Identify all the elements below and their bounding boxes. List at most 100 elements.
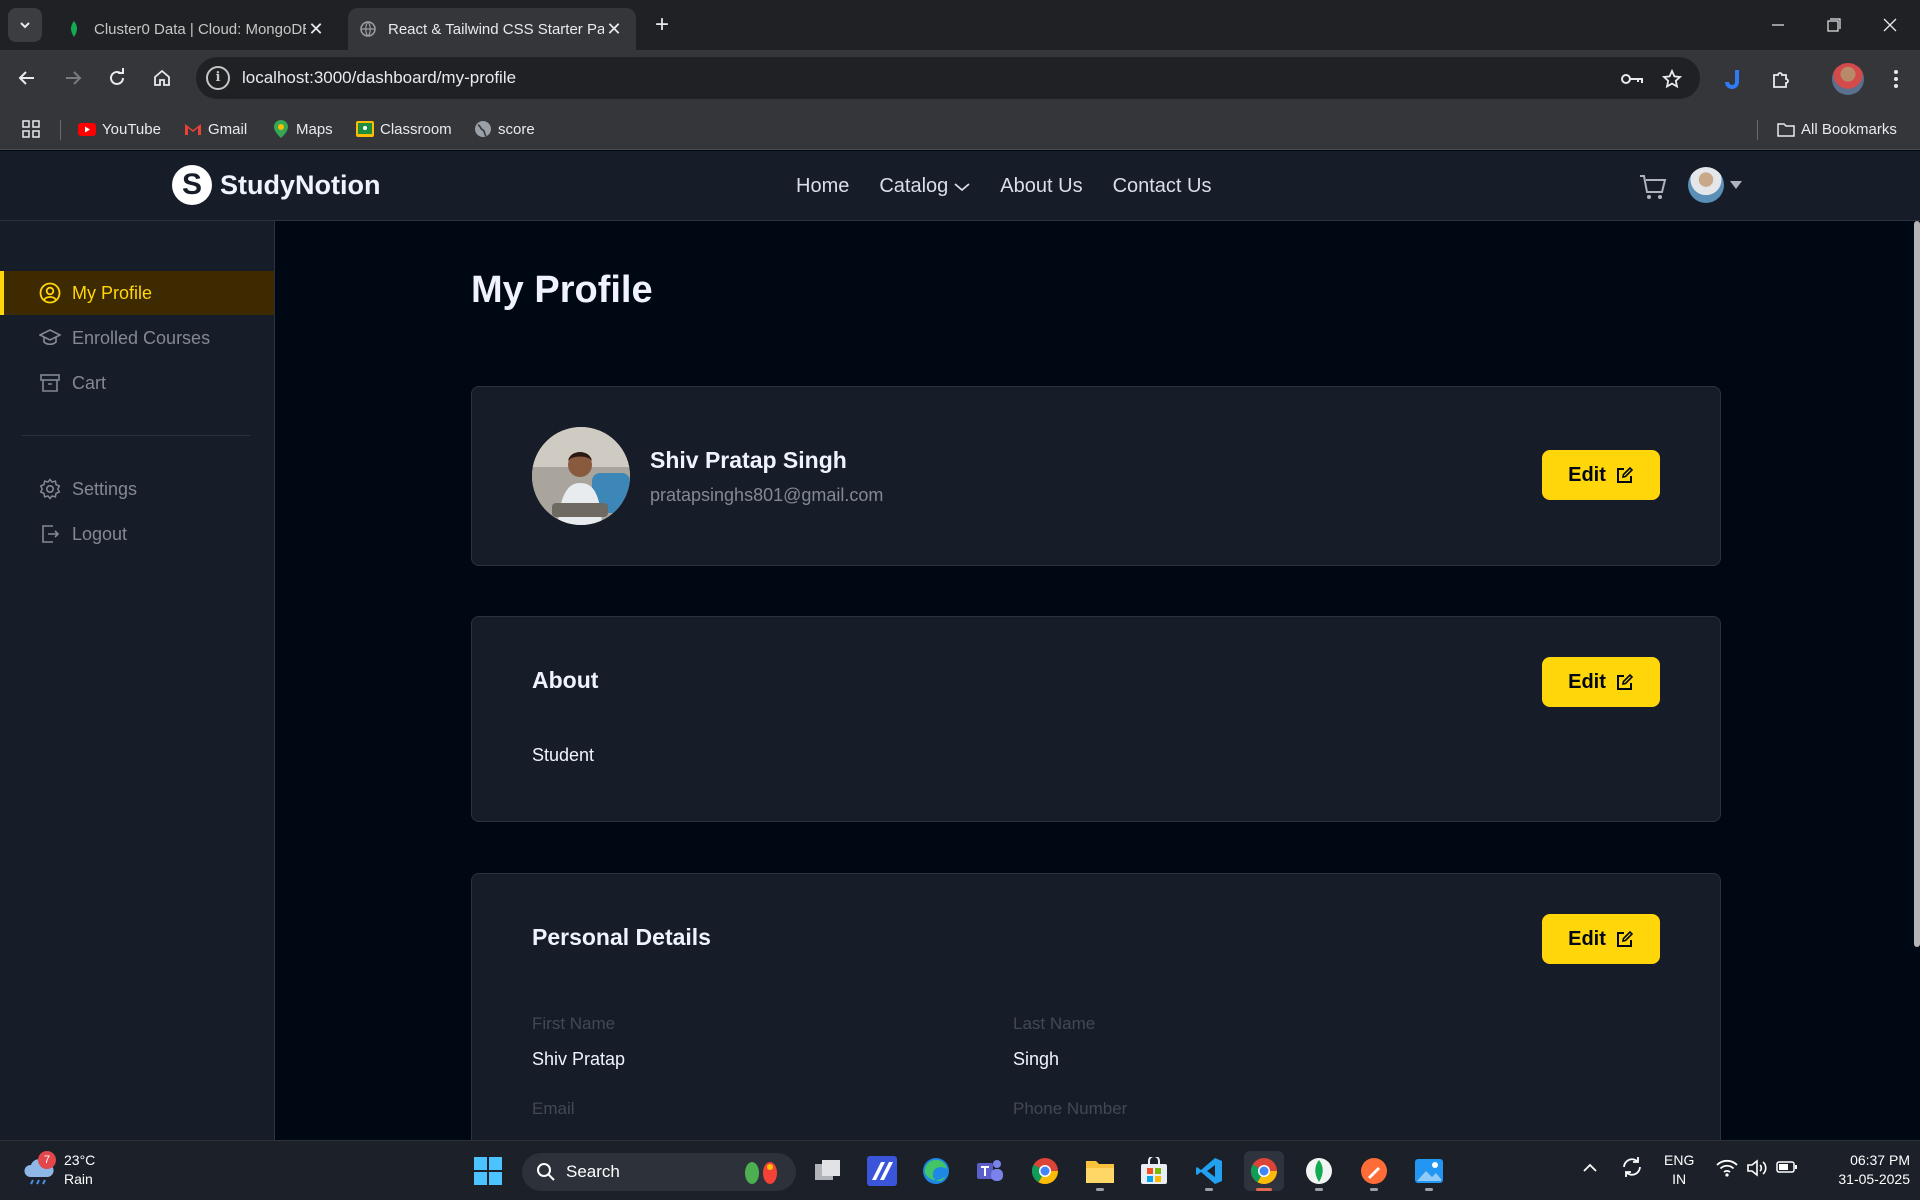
vscode-icon[interactable] [1189,1151,1229,1191]
photos-icon[interactable] [1409,1151,1449,1191]
edge-icon[interactable] [916,1151,956,1191]
windows-logo-icon [474,1157,502,1185]
edit-icon [1616,930,1634,947]
nav-about-us[interactable]: About Us [1000,175,1082,198]
user-avatar[interactable] [1688,167,1724,203]
back-button[interactable] [10,61,44,95]
task-view-icon[interactable] [808,1151,848,1191]
bookmark-maps[interactable]: Maps [272,118,333,140]
chevron-down-icon [954,182,970,191]
volume-icon[interactable] [1746,1159,1768,1182]
forward-button[interactable] [56,61,90,95]
weather-widget[interactable]: 7 23°C Rain [22,1151,95,1189]
file-explorer-icon[interactable] [1080,1151,1120,1191]
arrow-left-icon [18,71,34,85]
minimize-icon [1772,24,1784,26]
browser-menu-icon[interactable] [1880,63,1912,95]
last-name-label: Last Name [1013,1014,1096,1033]
globe-icon [474,120,492,138]
browser-tab-react[interactable]: React & Tailwind CSS Starter Pack ✕ [348,8,636,50]
profile-email: pratapsinghs801@gmail.com [650,485,884,505]
close-tab-icon[interactable]: ✕ [604,19,624,40]
sidebar-item-cart[interactable]: Cart [0,361,274,405]
extension-j-icon[interactable] [1719,63,1751,95]
sidebar-item-my-profile[interactable]: My Profile [0,271,274,315]
new-tab-button[interactable]: + [650,10,674,40]
show-hidden-icons[interactable] [1582,1159,1598,1178]
power-automate-icon[interactable] [862,1151,902,1191]
logout-icon [38,522,62,546]
bookmark-star-icon[interactable] [1660,67,1684,91]
studynotion-logo[interactable]: S StudyNotion [172,165,380,205]
personal-details-card: Personal Details Edit First Name Shiv Pr… [471,873,1721,1173]
apps-grid-icon[interactable] [22,118,40,140]
sidebar-item-label: Settings [72,478,138,499]
restore-button[interactable] [1806,0,1862,50]
password-key-icon[interactable] [1620,67,1644,91]
postman-icon[interactable] [1354,1151,1394,1191]
close-tab-icon[interactable]: ✕ [306,19,326,40]
edit-personal-details-button[interactable]: Edit [1542,914,1660,964]
start-button[interactable] [468,1151,508,1191]
language-indicator[interactable]: ENG IN [1664,1151,1694,1189]
nav-catalog[interactable]: Catalog [879,175,970,198]
microsoft-store-icon[interactable] [1134,1151,1174,1191]
weather-text: 23°C Rain [64,1151,95,1189]
reload-button[interactable] [100,61,134,95]
tab-search-button[interactable] [8,8,42,42]
mongodb-compass-icon[interactable] [1299,1151,1339,1191]
teams-icon[interactable] [970,1151,1010,1191]
wifi-icon[interactable] [1716,1159,1738,1182]
clock[interactable]: 06:37 PM 31-05-2025 [1810,1151,1910,1189]
close-window-button[interactable] [1862,0,1918,50]
email-label: Email [532,1099,575,1118]
profile-card: Shiv Pratap Singh pratapsinghs801@gmail.… [471,386,1721,566]
clock-time: 06:37 PM [1850,1152,1910,1168]
rain-cloud-icon: 7 [22,1151,56,1185]
youtube-icon [78,120,96,138]
home-button[interactable] [145,61,179,95]
sidebar-item-logout[interactable]: Logout [0,512,274,556]
chrome-icon[interactable] [1025,1151,1065,1191]
classroom-icon [356,120,374,138]
app-navbar: S StudyNotion Home Catalog About Us Cont… [0,151,1920,221]
site-info-icon[interactable]: i [206,66,230,90]
browser-tab-mongodb[interactable]: Cluster0 Data | Cloud: MongoDB ✕ [54,8,338,50]
chrome-active-icon[interactable] [1244,1151,1284,1191]
extensions-puzzle-icon[interactable] [1765,63,1797,95]
minimize-button[interactable] [1750,0,1806,50]
edit-icon [1616,466,1634,483]
address-bar[interactable]: i localhost:3000/dashboard/my-profile [196,57,1700,99]
parrot-icon [738,1159,784,1192]
all-bookmarks-button[interactable]: All Bookmarks [1777,118,1897,140]
battery-icon[interactable] [1776,1160,1798,1179]
address-url[interactable]: localhost:3000/dashboard/my-profile [242,68,516,88]
first-name-label: First Name [532,1014,616,1033]
profile-avatar-icon[interactable] [1832,63,1864,95]
edit-profile-button[interactable]: Edit [1542,450,1660,500]
sidebar-item-settings[interactable]: Settings [0,467,274,511]
cart-icon[interactable] [1638,173,1668,203]
bookmark-label: Gmail [208,120,248,138]
edit-button-label: Edit [1568,670,1606,693]
search-placeholder: Search [566,1162,620,1181]
nav-contact-us[interactable]: Contact Us [1113,175,1212,198]
taskbar-search[interactable]: Search [522,1153,796,1191]
sync-icon[interactable] [1620,1155,1644,1184]
page-title: My Profile [471,269,653,311]
edit-about-button[interactable]: Edit [1542,657,1660,707]
bookmark-gmail[interactable]: Gmail [184,118,247,140]
page-scrollbar[interactable] [1914,221,1920,947]
logo-mark: S [172,165,212,205]
bookmark-score[interactable]: score [474,118,535,140]
about-text: Student [532,745,595,765]
restore-icon [1827,18,1841,32]
nav-home[interactable]: Home [796,175,849,198]
bookmark-classroom[interactable]: Classroom [356,118,452,140]
first-name-value: Shiv Pratap [532,1049,626,1069]
caret-down-icon[interactable] [1730,181,1742,189]
profile-name: Shiv Pratap Singh [650,447,847,473]
sidebar-item-enrolled-courses[interactable]: Enrolled Courses [0,316,274,360]
bookmark-youtube[interactable]: YouTube [78,118,161,140]
archive-box-icon [38,371,62,395]
